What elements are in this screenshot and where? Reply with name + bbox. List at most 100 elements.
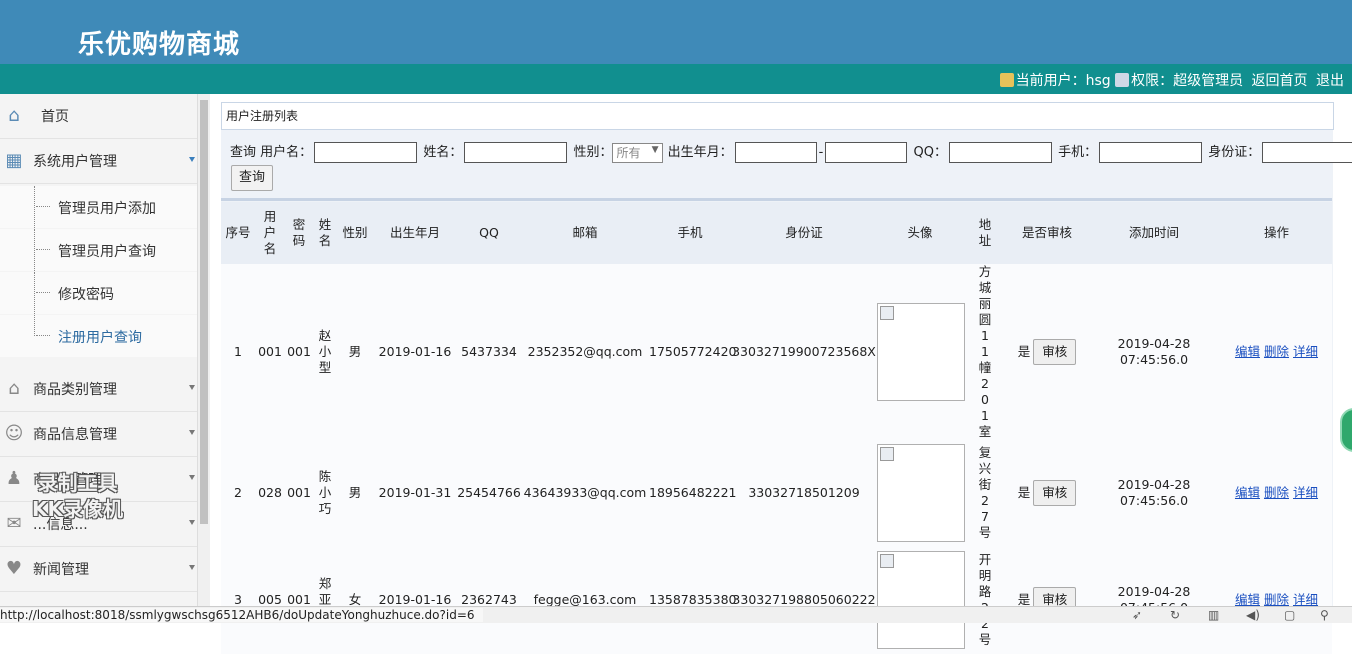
cell-name: 陈小巧 bbox=[313, 440, 337, 546]
sidebar-subitem-admin-query[interactable]: 管理员用户查询 bbox=[0, 229, 197, 271]
name-input[interactable] bbox=[464, 142, 568, 163]
detail-link[interactable]: 详细 bbox=[1293, 344, 1318, 359]
delete-link[interactable]: 删除 bbox=[1264, 344, 1289, 359]
col-header: 性别 bbox=[337, 202, 373, 264]
floating-widget[interactable] bbox=[1340, 408, 1352, 452]
chevron-down-icon bbox=[189, 385, 195, 390]
gender-select[interactable]: 所有 bbox=[612, 142, 664, 163]
delete-link[interactable]: 删除 bbox=[1264, 485, 1289, 500]
time-date: 2019-04-28 bbox=[1117, 584, 1191, 599]
cell-idcard: 33032718501209 bbox=[731, 440, 877, 546]
col-header: 是否审核 bbox=[1007, 202, 1087, 264]
tree-line bbox=[34, 229, 35, 271]
col-header-text: 密码 bbox=[292, 217, 306, 248]
avatar-image-placeholder bbox=[877, 551, 965, 649]
edit-link[interactable]: 编辑 bbox=[1235, 485, 1260, 500]
permission-label: 权限：超级管理员 bbox=[1131, 73, 1244, 89]
detail-link[interactable]: 详细 bbox=[1293, 485, 1318, 500]
chevron-down-icon bbox=[189, 565, 195, 570]
status-url: http://localhost:8018/ssmlygwschsg6512AH… bbox=[0, 608, 483, 622]
cell-actions: 编辑 删除 详细 bbox=[1221, 546, 1332, 654]
birth-end-input[interactable] bbox=[825, 142, 908, 163]
refresh-icon[interactable]: ↻ bbox=[1170, 608, 1180, 622]
sidebar-subitem-label: 注册用户查询 bbox=[58, 330, 142, 346]
col-header: 地址 bbox=[963, 202, 1007, 264]
col-header: QQ bbox=[457, 202, 521, 264]
sidebar-subitem-registered-users[interactable]: 注册用户查询 bbox=[0, 315, 197, 357]
sidebar-item-label: 商品类别管理 bbox=[33, 382, 117, 398]
sidebar-item-label: 系统用户管理 bbox=[33, 154, 117, 170]
phone-label: 手机： bbox=[1058, 145, 1098, 160]
col-header-text: 地址 bbox=[978, 217, 992, 248]
search-icon[interactable]: ⚲ bbox=[1320, 608, 1329, 622]
qq-input[interactable] bbox=[948, 142, 1052, 163]
cell-password: 001 bbox=[285, 264, 313, 440]
delete-link[interactable]: 删除 bbox=[1264, 592, 1289, 607]
cell-no: 2 bbox=[221, 440, 255, 546]
cell-gender: 男 bbox=[337, 440, 373, 546]
username-label: 用户名： bbox=[260, 145, 313, 160]
gender-label: 性别： bbox=[573, 145, 613, 160]
sidebar-subitem-label: 管理员用户添加 bbox=[58, 201, 156, 217]
cell-avatar bbox=[877, 264, 965, 440]
chevron-down-icon bbox=[189, 520, 195, 525]
col-header: 邮箱 bbox=[521, 202, 649, 264]
sidebar-item-home[interactable]: ⌂ 首页 bbox=[0, 94, 197, 139]
panel-title-text: 用户注册列表 bbox=[226, 109, 299, 123]
cell-birth: 2019-01-16 bbox=[373, 546, 457, 654]
home-link[interactable]: 返回首页 bbox=[1252, 73, 1308, 89]
cell-time: 2019-04-2807:45:56.0 bbox=[1087, 440, 1221, 546]
sidebar-subitem-admin-add[interactable]: 管理员用户添加 bbox=[0, 186, 197, 228]
col-header: 添加时间 bbox=[1087, 202, 1221, 264]
cell-no: 3 bbox=[221, 546, 255, 654]
cell-actions: 编辑 删除 详细 bbox=[1221, 264, 1332, 440]
window-icon[interactable]: ▢ bbox=[1284, 608, 1295, 622]
users-icon: ☺ bbox=[4, 423, 24, 444]
trash-icon[interactable]: ▥ bbox=[1208, 608, 1219, 622]
avatar-image-placeholder bbox=[877, 303, 965, 401]
sidebar-subitem-change-password[interactable]: 修改密码 bbox=[0, 272, 197, 314]
chat-icon: ✉ bbox=[6, 513, 22, 534]
birth-start-input[interactable] bbox=[734, 142, 817, 163]
cell-address-text: 方城丽圆11幢201室 bbox=[978, 264, 992, 439]
sidebar-item-label: 商品信息管理 bbox=[33, 427, 117, 443]
audit-button[interactable]: 审核 bbox=[1033, 480, 1077, 506]
search-button[interactable]: 查询 bbox=[231, 165, 273, 191]
time-clock: 07:45:56.0 bbox=[1119, 352, 1189, 367]
time-date: 2019-04-28 bbox=[1117, 477, 1191, 492]
cell-address: 开明路22号 bbox=[963, 546, 1007, 654]
query-label: 查询 bbox=[230, 145, 257, 160]
sidebar-item-category[interactable]: ⌂ 商品类别管理 bbox=[0, 367, 197, 412]
sidebar-item-label: 新闻管理 bbox=[33, 562, 89, 578]
cell-qq: 25454766 bbox=[457, 440, 521, 546]
site-title: 乐优购物商城 bbox=[78, 30, 241, 60]
sidebar-scrollbar-thumb[interactable] bbox=[200, 100, 208, 524]
cell-name-text: 陈小巧 bbox=[318, 469, 332, 516]
current-user-label: 当前用户：hsg bbox=[1015, 73, 1111, 89]
phone-input[interactable] bbox=[1099, 142, 1203, 163]
qq-label: QQ： bbox=[913, 145, 947, 160]
detail-link[interactable]: 详细 bbox=[1293, 592, 1318, 607]
time-clock: 07:45:56.0 bbox=[1119, 493, 1189, 508]
edit-link[interactable]: 编辑 bbox=[1235, 344, 1260, 359]
birth-sep: - bbox=[818, 145, 824, 160]
edit-link[interactable]: 编辑 bbox=[1235, 592, 1260, 607]
table-row: 1 001 001 赵小型 男 2019-01-16 5437334 23523… bbox=[221, 264, 1332, 440]
col-header: 手机 bbox=[649, 202, 731, 264]
header-banner: 乐优购物商城 bbox=[0, 0, 1352, 64]
sidebar-item-news[interactable]: ♥ 新闻管理 bbox=[0, 547, 197, 592]
cell-audited: 是审核 bbox=[1007, 546, 1087, 654]
idcard-input[interactable] bbox=[1262, 142, 1352, 163]
cell-phone: 13587835380 bbox=[649, 546, 736, 654]
tree-dash bbox=[36, 249, 50, 250]
volume-icon[interactable]: ◀) bbox=[1246, 608, 1260, 622]
sidebar-item-system-users[interactable]: ▦ 系统用户管理 bbox=[0, 139, 197, 184]
audit-button[interactable]: 审核 bbox=[1033, 339, 1077, 365]
logout-link[interactable]: 退出 bbox=[1316, 73, 1344, 89]
idcard-label: 身份证： bbox=[1208, 145, 1261, 160]
rocket-icon[interactable]: ➶ bbox=[1132, 608, 1142, 622]
username-input[interactable] bbox=[314, 142, 418, 163]
cell-actions: 编辑 删除 详细 bbox=[1221, 440, 1332, 546]
tree-dash bbox=[36, 335, 50, 336]
sidebar-item-products[interactable]: ☺ 商品信息管理 bbox=[0, 412, 197, 457]
